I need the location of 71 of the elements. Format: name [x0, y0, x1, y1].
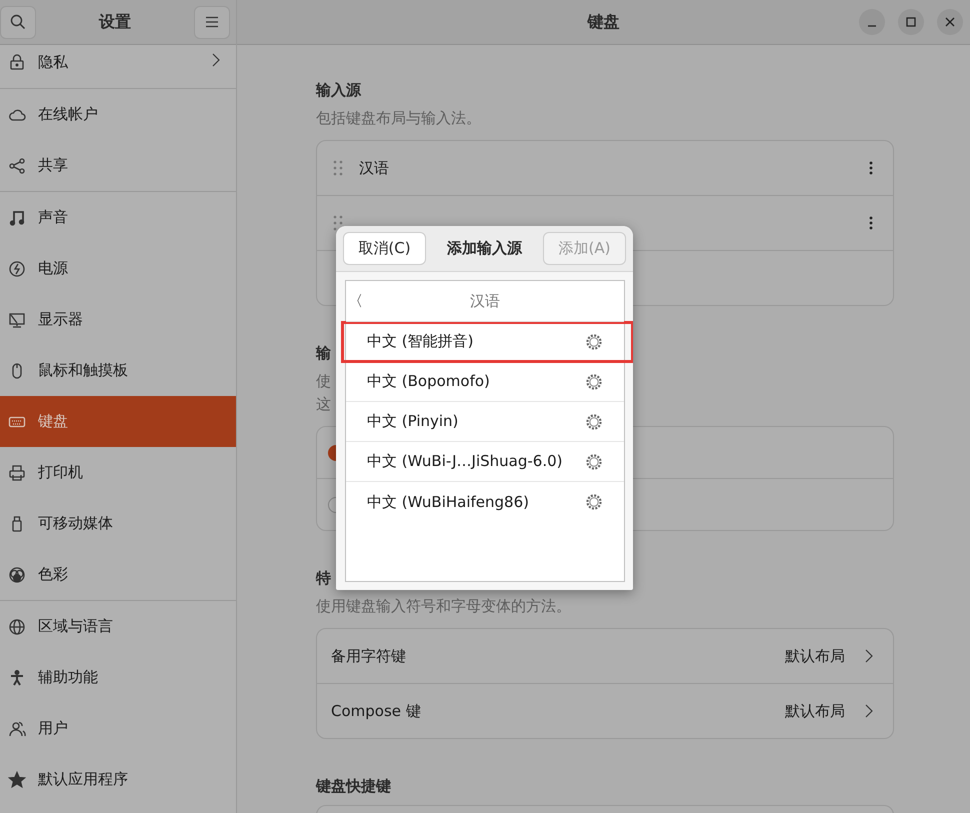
more-options-icon[interactable] — [869, 216, 873, 230]
globe-icon — [8, 618, 26, 636]
section-description: 这 — [316, 394, 331, 415]
sidebar-item[interactable]: 显示器 — [0, 294, 236, 345]
dialog-title: 添加输入源 — [447, 239, 522, 258]
lock-icon — [8, 53, 26, 71]
input-method-item[interactable]: 中文 (智能拼音) — [342, 322, 633, 362]
sidebar-item[interactable]: 辅助功能 — [0, 652, 236, 703]
sidebar-item[interactable]: 区域与语言 — [0, 601, 236, 652]
sidebar-item[interactable]: 在线帐户 — [0, 89, 236, 140]
person-icon — [8, 668, 26, 686]
maximize-icon — [906, 17, 916, 27]
menu-button[interactable] — [194, 6, 230, 38]
star-icon — [8, 770, 26, 788]
maximize-button[interactable] — [898, 9, 924, 35]
chevron-icon — [212, 53, 220, 67]
input-method-item[interactable]: 中文 (WuBiHaifeng86) — [346, 482, 624, 522]
setting-label: Compose 键 — [331, 702, 421, 720]
sidebar-item[interactable]: 键盘 — [0, 396, 236, 447]
section-title: 输入源 — [316, 81, 361, 99]
input-method-item[interactable]: 中文 (WuBi-J…JiShuag-6.0) — [346, 442, 624, 482]
chevron-icon[interactable] — [865, 649, 873, 663]
input-source-name: 汉语 — [359, 158, 389, 178]
gear-icon[interactable] — [585, 412, 603, 430]
section-description: 包括键盘布局与输入法。 — [316, 108, 481, 129]
chevron-icon[interactable] — [865, 704, 873, 718]
section-description: 使 — [316, 371, 331, 392]
search-icon — [10, 14, 26, 30]
gear-icon[interactable] — [585, 332, 603, 350]
drag-handle-icon[interactable] — [333, 215, 343, 231]
section-title: 特 — [316, 569, 331, 587]
setting-label: 备用字符键 — [331, 646, 406, 666]
sidebar-item[interactable]: 声音 — [0, 192, 236, 243]
list-heading: 汉语 — [470, 292, 500, 310]
setting-value: 默认布局 — [785, 702, 845, 720]
search-button[interactable] — [0, 6, 36, 38]
sidebar-item[interactable]: 可移动媒体 — [0, 498, 236, 549]
input-method-item[interactable]: 中文 (Bopomofo) — [346, 362, 624, 402]
cancel-button[interactable]: 取消(C) — [343, 232, 426, 265]
printer-icon — [8, 464, 26, 482]
color-icon — [8, 566, 26, 584]
close-button[interactable] — [937, 9, 963, 35]
sidebar-item[interactable]: 色彩 — [0, 549, 236, 600]
drag-handle-icon[interactable] — [333, 160, 343, 176]
sidebar-item[interactable]: 鼠标和触摸板 — [0, 345, 236, 396]
sidebar-item[interactable]: 电源 — [0, 243, 236, 294]
gear-icon[interactable] — [585, 452, 603, 470]
setting-value: 默认布局 — [785, 646, 845, 666]
menu-icon — [205, 16, 219, 28]
music-icon — [8, 208, 26, 226]
sidebar-item[interactable]: 默认应用程序 — [0, 754, 236, 805]
more-options-icon[interactable] — [869, 161, 873, 175]
sidebar-item[interactable]: 共享 — [0, 140, 236, 191]
minimize-icon — [867, 25, 877, 27]
sidebar-item[interactable]: 用户 — [0, 703, 236, 754]
sidebar-title: 设置 — [99, 12, 131, 32]
section-title: 键盘快捷键 — [316, 777, 391, 795]
gear-icon[interactable] — [585, 493, 603, 511]
sidebar-item[interactable]: 隐私 — [0, 45, 236, 88]
back-button[interactable]: 〈 — [348, 292, 363, 310]
display-icon — [8, 310, 26, 328]
users-icon — [8, 720, 26, 738]
share-icon — [8, 156, 26, 174]
window-title: 键盘 — [588, 12, 620, 32]
power-icon — [8, 260, 26, 278]
sidebar-item[interactable]: 打印机 — [0, 447, 236, 498]
section-title: 输 — [316, 344, 331, 362]
input-method-item[interactable]: 中文 (Pinyin) — [346, 402, 624, 442]
gear-icon[interactable] — [585, 372, 603, 390]
section-description: 使用键盘输入符号和字母变体的方法。 — [316, 596, 571, 617]
close-icon — [945, 17, 955, 27]
